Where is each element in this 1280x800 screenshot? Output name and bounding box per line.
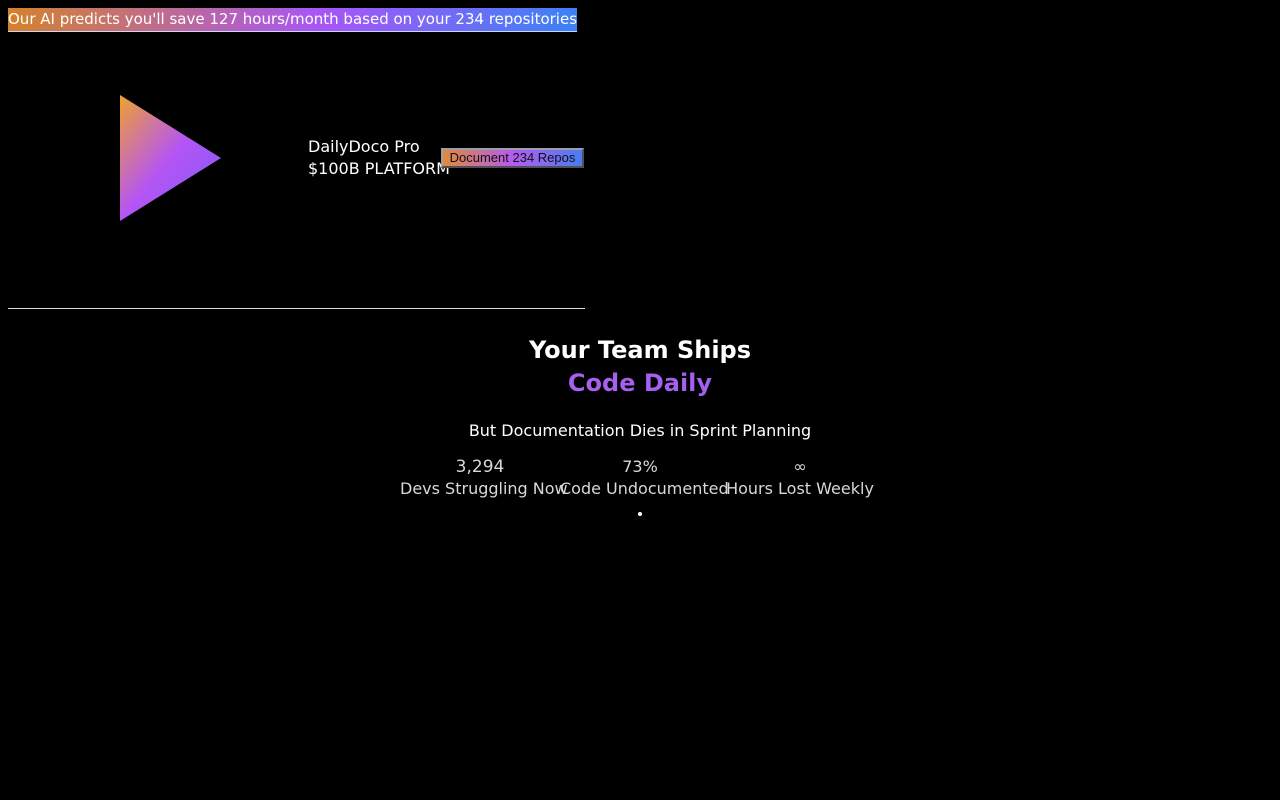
stat-value: 3,294 xyxy=(455,457,505,477)
document-repos-button[interactable]: Document 234 Repos xyxy=(441,148,584,168)
stats-row: 3,294 Devs Struggling Now 73% Code Undoc… xyxy=(400,456,880,502)
stat-label: Devs Struggling Now xyxy=(400,479,568,498)
stat-label: Hours Lost Weekly xyxy=(726,479,874,498)
hero-title: Your Team Ships xyxy=(528,336,752,364)
hero-subtitle: But Documentation Dies in Sprint Plannin… xyxy=(468,421,812,440)
stat-devs-struggling: 3,294 Devs Struggling Now xyxy=(400,456,568,500)
brand-tagline: $100B PLATFORM xyxy=(308,159,450,178)
stat-label: Code Undocumented xyxy=(560,479,729,498)
play-triangle-icon xyxy=(120,95,221,221)
stat-value: 73% xyxy=(622,457,658,476)
hero-accent: Code Daily xyxy=(0,367,1280,400)
bullet-dot xyxy=(638,512,642,516)
brand-block: DailyDoco Pro $100B PLATFORM xyxy=(308,136,450,180)
promo-banner[interactable]: Our AI predicts you'll save 127 hours/mo… xyxy=(8,8,578,32)
stat-code-undocumented: 73% Code Undocumented xyxy=(560,456,729,500)
stat-value: ∞ xyxy=(793,457,807,476)
hero-heading: Your Team Ships Code Daily xyxy=(0,334,1280,400)
divider xyxy=(8,308,585,309)
brand-name: DailyDoco Pro xyxy=(308,137,420,156)
stat-hours-lost: ∞ Hours Lost Weekly xyxy=(720,456,880,500)
